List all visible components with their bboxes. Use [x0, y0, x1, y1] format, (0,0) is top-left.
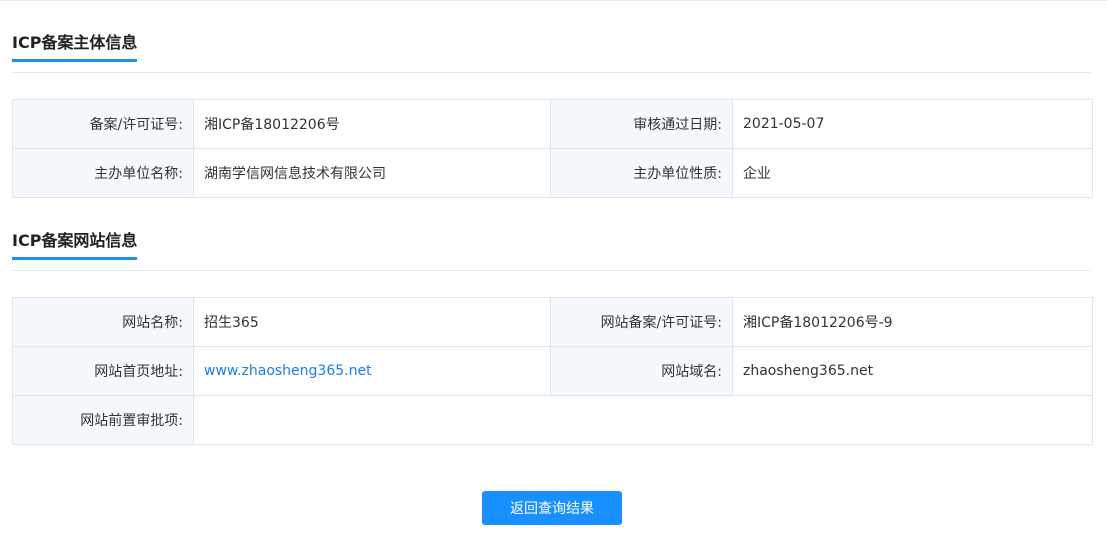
website-info-table: 网站名称: 招生365 网站备案/许可证号: 湘ICP备18012206号-9 … [12, 297, 1093, 445]
website-section-title: ICP备案网站信息 [12, 230, 138, 260]
homepage-label: 网站首页地址: [12, 346, 194, 396]
entity-info-table: 备案/许可证号: 湘ICP备18012206号 审核通过日期: 2021-05-… [12, 99, 1093, 198]
approval-date-value: 2021-05-07 [732, 99, 1093, 149]
organizer-name-value: 湖南学信网信息技术有限公司 [193, 148, 551, 198]
site-name-value: 招生365 [193, 297, 551, 347]
homepage-link[interactable]: www.zhaosheng365.net [193, 346, 551, 396]
domain-label: 网站域名: [550, 346, 733, 396]
preapproval-value [193, 395, 1093, 445]
approval-date-label: 审核通过日期: [550, 99, 733, 149]
license-number-label: 备案/许可证号: [12, 99, 194, 149]
organizer-type-label: 主办单位性质: [550, 148, 733, 198]
table-row: 网站前置审批项: [12, 395, 1093, 445]
organizer-type-value: 企业 [732, 148, 1093, 198]
domain-value: zhaosheng365.net [732, 346, 1093, 396]
table-row: 网站首页地址: www.zhaosheng365.net 网站域名: zhaos… [12, 346, 1093, 396]
site-name-label: 网站名称: [12, 297, 194, 347]
license-number-value: 湘ICP备18012206号 [193, 99, 551, 149]
table-row: 备案/许可证号: 湘ICP备18012206号 审核通过日期: 2021-05-… [12, 99, 1093, 149]
site-license-label: 网站备案/许可证号: [550, 297, 733, 347]
table-row: 主办单位名称: 湖南学信网信息技术有限公司 主办单位性质: 企业 [12, 148, 1093, 198]
site-license-value: 湘ICP备18012206号-9 [732, 297, 1093, 347]
preapproval-label: 网站前置审批项: [12, 395, 194, 445]
organizer-name-label: 主办单位名称: [12, 148, 194, 198]
table-row: 网站名称: 招生365 网站备案/许可证号: 湘ICP备18012206号-9 [12, 297, 1093, 347]
entity-section-title: ICP备案主体信息 [12, 32, 138, 62]
icp-record-page: ICP备案主体信息 备案/许可证号: 湘ICP备18012206号 审核通过日期… [0, 0, 1107, 547]
entity-section-header: ICP备案主体信息 [12, 32, 1091, 73]
back-to-results-button[interactable]: 返回查询结果 [482, 491, 622, 525]
website-section-header: ICP备案网站信息 [12, 230, 1091, 271]
